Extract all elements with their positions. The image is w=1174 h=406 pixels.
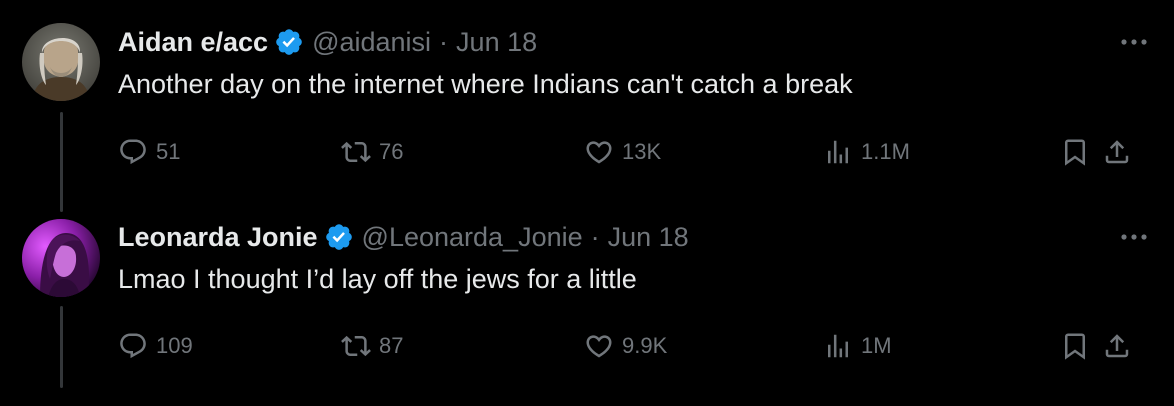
heart-icon (586, 335, 612, 358)
repost-count: 87 (379, 333, 404, 358)
views-count: 1M (861, 333, 892, 358)
views-button[interactable]: 1.1M (823, 134, 910, 170)
tweet-date[interactable]: Jun 18 (608, 222, 689, 253)
share-icon (1105, 334, 1129, 358)
repost-icon (341, 335, 371, 357)
verified-badge-icon[interactable] (324, 222, 354, 252)
bookmark-button[interactable] (1060, 328, 1090, 364)
avatar-image (22, 23, 100, 101)
bookmark-icon (1065, 333, 1085, 360)
tweet[interactable]: Leonarda Jonie @Leonarda_Jonie · Jun 18 … (0, 200, 1174, 406)
reply-icon (120, 139, 146, 165)
thread-line (60, 112, 63, 212)
more-icon[interactable] (1116, 225, 1152, 249)
avatar[interactable] (22, 219, 100, 297)
display-name[interactable]: Leonarda Jonie (118, 222, 318, 253)
display-name[interactable]: Aidan e/acc (118, 27, 268, 58)
separator-dot: · (590, 221, 600, 252)
share-button[interactable] (1102, 134, 1132, 170)
separator-dot: · (439, 26, 449, 57)
verified-badge-icon[interactable] (274, 27, 304, 57)
tweet-date[interactable]: Jun 18 (456, 27, 537, 58)
like-button[interactable]: 9.9K (584, 328, 667, 364)
bookmark-icon (1065, 139, 1085, 166)
tweet-header: Aidan e/acc @aidanisi · Jun 18 (118, 26, 537, 58)
like-count: 13K (622, 139, 662, 164)
share-button[interactable] (1102, 328, 1132, 364)
handle[interactable]: @Leonarda_Jonie (362, 222, 583, 253)
more-icon[interactable] (1116, 30, 1152, 54)
share-icon (1105, 140, 1129, 164)
tweet[interactable]: Aidan e/acc @aidanisi · Jun 18 Another d… (0, 0, 1174, 212)
reply-button[interactable]: 109 (118, 328, 193, 364)
repost-button[interactable]: 76 (341, 134, 403, 170)
tweet-text: Lmao I thought I’d lay off the jews for … (118, 264, 637, 294)
repost-count: 76 (379, 139, 404, 164)
thread-line (60, 306, 63, 388)
reply-count: 51 (156, 139, 181, 164)
avatar-image (22, 219, 100, 297)
tweet-text: Another day on the internet where Indian… (118, 69, 853, 99)
tweet-actions: 51 76 13K 1.1M (118, 134, 1158, 170)
tweet-header: Leonarda Jonie @Leonarda_Jonie · Jun 18 (118, 221, 689, 253)
views-count: 1.1M (861, 139, 910, 164)
like-count: 9.9K (622, 333, 668, 358)
avatar[interactable] (22, 23, 100, 101)
repost-button[interactable]: 87 (341, 328, 403, 364)
heart-icon (586, 141, 612, 164)
reply-button[interactable]: 51 (118, 134, 180, 170)
repost-icon (341, 141, 371, 163)
views-icon (828, 334, 848, 358)
bookmark-button[interactable] (1060, 134, 1090, 170)
reply-icon (120, 333, 146, 359)
views-icon (828, 140, 848, 164)
views-button[interactable]: 1M (823, 328, 892, 364)
reply-count: 109 (156, 333, 193, 358)
tweet-actions: 109 87 9.9K 1M (118, 328, 1158, 364)
handle[interactable]: @aidanisi (312, 27, 431, 58)
like-button[interactable]: 13K (584, 134, 661, 170)
